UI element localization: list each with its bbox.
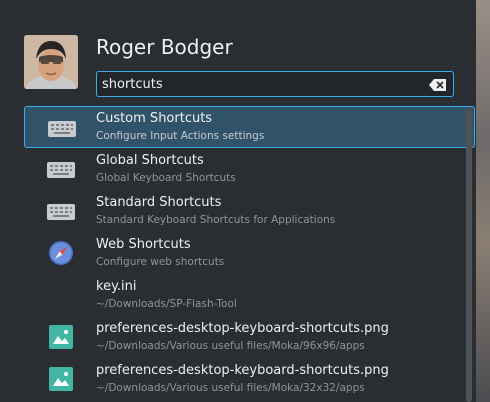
keyboard-icon bbox=[48, 115, 76, 141]
result-subtitle: Global Keyboard Shortcuts bbox=[96, 172, 236, 184]
keyboard-icon bbox=[47, 198, 75, 224]
result-subtitle: Configure web shortcuts bbox=[96, 256, 225, 268]
scrollbar-thumb[interactable] bbox=[466, 108, 472, 402]
krunner-panel: Roger Bodger shortcuts Custom Shortcuts … bbox=[0, 0, 476, 402]
result-item[interactable]: preferences-desktop-keyboard-shortcuts.p… bbox=[24, 358, 475, 400]
result-item[interactable]: key.ini ~/Downloads/SP-Flash-Tool bbox=[24, 274, 475, 316]
result-item[interactable]: preferences-desktop-keyboard-shortcuts.p… bbox=[24, 316, 475, 358]
search-input[interactable] bbox=[102, 75, 422, 93]
compass-icon bbox=[47, 240, 75, 266]
result-title: Global Shortcuts bbox=[96, 153, 204, 168]
avatar[interactable] bbox=[24, 35, 78, 89]
result-title: Web Shortcuts bbox=[96, 237, 191, 252]
results-list: Custom Shortcuts Configure Input Actions… bbox=[24, 106, 476, 400]
result-title: preferences-desktop-keyboard-shortcuts.p… bbox=[96, 363, 389, 378]
scrollbar[interactable] bbox=[466, 108, 472, 402]
search-box[interactable] bbox=[96, 71, 454, 97]
keyboard-icon bbox=[47, 156, 75, 182]
result-title: key.ini bbox=[96, 279, 137, 294]
user-name: Roger Bodger bbox=[96, 35, 233, 59]
clear-text-icon[interactable] bbox=[429, 77, 447, 91]
result-subtitle: ~/Downloads/Various useful files/Moka/32… bbox=[96, 382, 365, 394]
result-item[interactable]: Standard Shortcuts Standard Keyboard Sho… bbox=[24, 190, 475, 232]
image-file-icon bbox=[47, 324, 75, 350]
result-title: Custom Shortcuts bbox=[96, 111, 213, 126]
result-title: preferences-desktop-keyboard-shortcuts.p… bbox=[96, 321, 389, 336]
result-title: Standard Shortcuts bbox=[96, 195, 222, 210]
image-file-icon bbox=[47, 366, 75, 392]
result-subtitle: Configure Input Actions settings bbox=[96, 130, 265, 142]
result-subtitle: ~/Downloads/Various useful files/Moka/96… bbox=[96, 340, 365, 352]
result-subtitle: Standard Keyboard Shortcuts for Applicat… bbox=[96, 214, 336, 226]
result-subtitle: ~/Downloads/SP-Flash-Tool bbox=[96, 298, 237, 310]
result-item[interactable]: Global Shortcuts Global Keyboard Shortcu… bbox=[24, 148, 475, 190]
result-item[interactable]: Custom Shortcuts Configure Input Actions… bbox=[24, 106, 475, 148]
result-item[interactable]: Web Shortcuts Configure web shortcuts bbox=[24, 232, 475, 274]
